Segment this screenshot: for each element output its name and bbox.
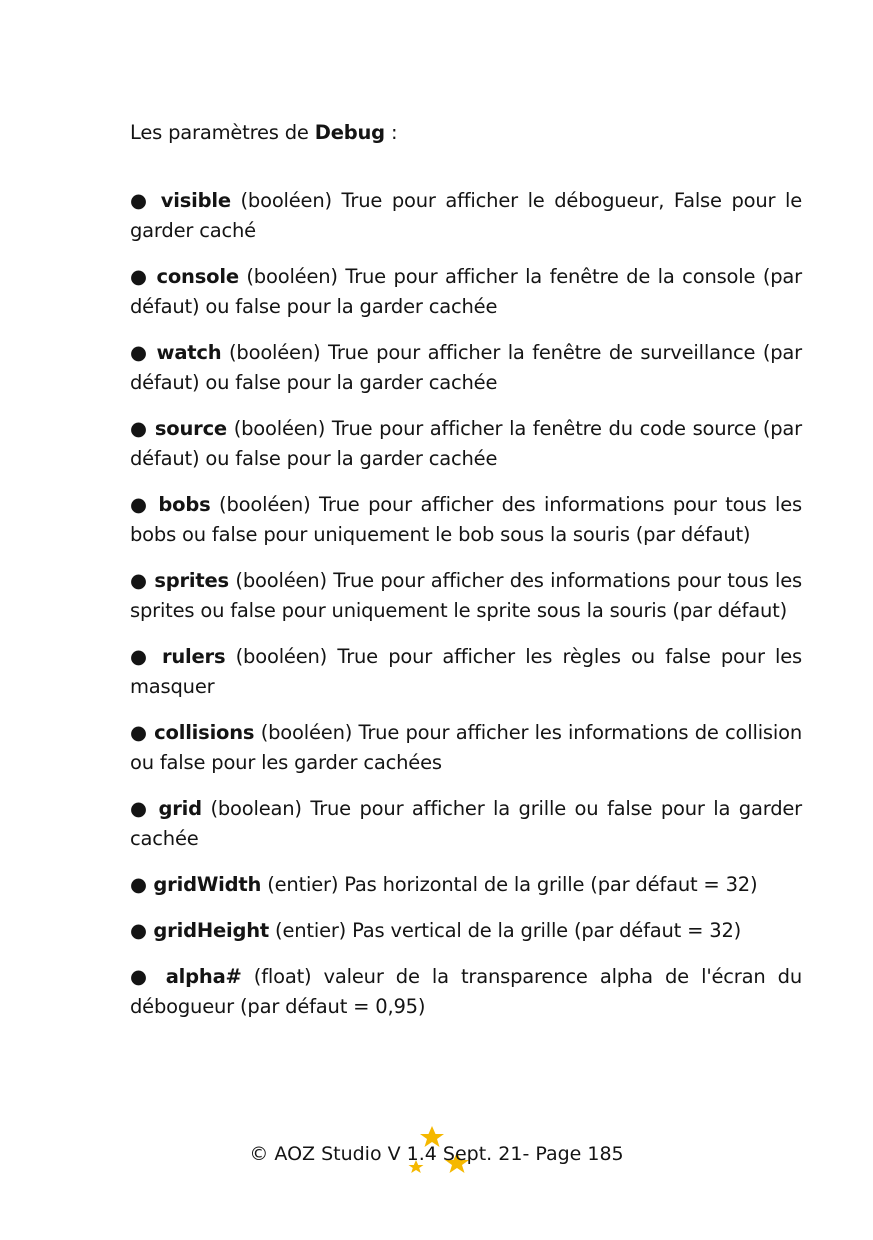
param-name-text: bobs xyxy=(158,493,211,516)
param-name: ● collisions xyxy=(130,721,255,744)
bullet-icon: ● xyxy=(130,341,149,364)
param-name-text: source xyxy=(154,417,227,440)
param-description: (booléen) True pour afficher des informa… xyxy=(130,493,802,546)
bullet-icon: ● xyxy=(130,645,152,668)
param-description: (booléen) True pour afficher la fenêtre … xyxy=(130,417,803,470)
param-description: (entier) Pas vertical de la grille (par … xyxy=(269,919,742,942)
param-name-text: watch xyxy=(156,341,222,364)
param-name: ● rulers xyxy=(130,645,226,668)
param-name-text: sprites xyxy=(154,569,229,592)
param-name: ● bobs xyxy=(130,493,211,516)
param-name-text: collisions xyxy=(154,721,255,744)
param-description: (booléen) True pour afficher la fenêtre … xyxy=(130,341,802,394)
intro-suffix: : xyxy=(384,121,398,144)
param-alpha: ● alpha# (float) valeur de la transparen… xyxy=(130,962,802,1022)
intro-keyword: Debug xyxy=(314,121,385,144)
bullet-icon: ● xyxy=(130,797,150,820)
param-description: (boolean) True pour afficher la grille o… xyxy=(130,797,802,850)
param-name-text: grid xyxy=(158,797,202,820)
param-name-text: visible xyxy=(160,189,231,212)
page-footer: © AOZ Studio V 1.4 Sept. 21- Page 185 xyxy=(249,1143,624,1165)
bullet-icon: ● xyxy=(130,721,148,744)
param-grid: ● grid (boolean) True pour afficher la g… xyxy=(130,794,802,854)
param-name-text: gridHeight xyxy=(153,919,270,942)
bullet-icon: ● xyxy=(130,189,151,212)
param-name: ● visible xyxy=(130,189,231,212)
param-description: (booléen) True pour afficher les règles … xyxy=(130,645,802,698)
bullet-icon: ● xyxy=(130,417,148,440)
param-source: ● source (booléen) True pour afficher la… xyxy=(130,414,802,474)
param-name-text: console xyxy=(156,265,240,288)
param-bobs: ● bobs (booléen) True pour afficher des … xyxy=(130,490,802,550)
param-watch: ● watch (booléen) True pour afficher la … xyxy=(130,338,802,398)
bullet-icon: ● xyxy=(130,569,148,592)
param-name-text: rulers xyxy=(161,645,226,668)
param-rulers: ● rulers (booléen) True pour afficher le… xyxy=(130,642,802,702)
param-name: ● source xyxy=(130,417,227,440)
bullet-icon: ● xyxy=(130,493,150,516)
param-console: ● console (booléen) True pour afficher l… xyxy=(130,262,802,322)
param-description: (booléen) True pour afficher des informa… xyxy=(130,569,802,622)
param-name: ● console xyxy=(130,265,239,288)
document-body: Les paramètres de Debug : ● visible (boo… xyxy=(130,118,802,1038)
param-gridwidth: ● gridWidth (entier) Pas horizontal de l… xyxy=(130,870,802,900)
param-name: ● gridHeight xyxy=(130,919,269,942)
param-gridheight: ● gridHeight (entier) Pas vertical de la… xyxy=(130,916,802,946)
bullet-icon: ● xyxy=(130,265,149,288)
param-name: ● grid xyxy=(130,797,202,820)
param-sprites: ● sprites (booléen) True pour afficher d… xyxy=(130,566,802,626)
intro-prefix: Les paramètres de xyxy=(130,121,315,144)
bullet-icon: ● xyxy=(130,965,153,988)
param-name: ● watch xyxy=(130,341,222,364)
intro-line: Les paramètres de Debug : xyxy=(130,118,802,148)
param-name: ● alpha# xyxy=(130,965,242,988)
bullet-icon: ● xyxy=(130,919,147,942)
param-description: (entier) Pas horizontal de la grille (pa… xyxy=(261,873,758,896)
param-name-text: gridWidth xyxy=(153,873,262,896)
param-name: ● gridWidth xyxy=(130,873,261,896)
param-description: (booléen) True pour afficher le débogueu… xyxy=(130,189,802,242)
param-name-text: alpha# xyxy=(165,965,242,988)
param-visible: ● visible (booléen) True pour afficher l… xyxy=(130,186,802,246)
param-collisions: ● collisions (booléen) True pour affiche… xyxy=(130,718,802,778)
bullet-icon: ● xyxy=(130,873,147,896)
param-name: ● sprites xyxy=(130,569,229,592)
